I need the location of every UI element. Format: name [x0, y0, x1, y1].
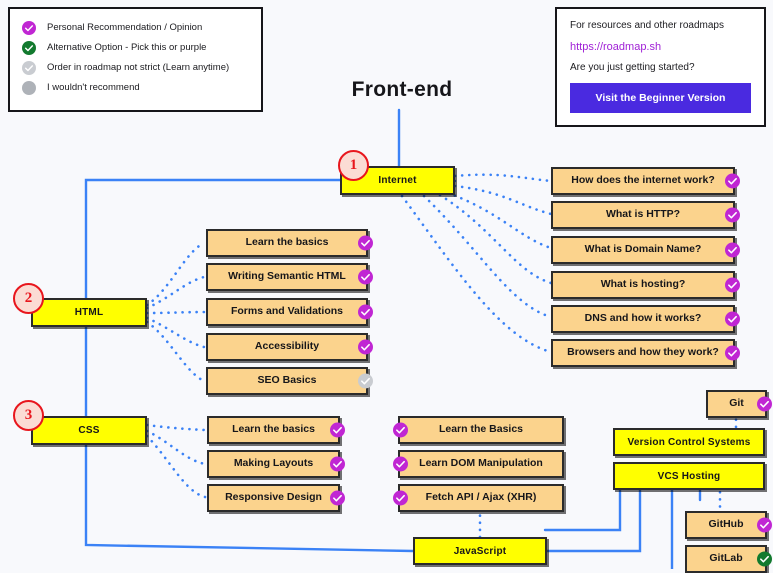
legend-item: I wouldn't recommend [22, 81, 251, 95]
topic-label: Fetch API / Ajax (XHR) [425, 491, 537, 504]
topic-label: Accessibility [254, 340, 320, 353]
resources-question: Are you just getting started? [570, 62, 695, 74]
topic-forms-and-validations[interactable]: Forms and Validations [206, 298, 373, 326]
roadmap-link[interactable]: https://roadmap.sh [570, 41, 751, 54]
resources-intro: For resources and other roadmaps [570, 20, 724, 31]
check-circle-icon [358, 373, 373, 389]
legend-item: Personal Recommendation / Opinion [22, 21, 251, 35]
topic-label: Learn DOM Manipulation [419, 457, 543, 470]
topic-dns-and-how-it-works[interactable]: DNS and how it works? [551, 305, 740, 333]
topic-label: GitHub [708, 518, 744, 531]
topic-learn-dom-manipulation[interactable]: Learn DOM Manipulation [393, 450, 564, 478]
legend-label: Order in roadmap not strict (Learn anyti… [47, 61, 230, 73]
topic-label: Responsive Design [225, 491, 322, 504]
node-label: VCS Hosting [657, 470, 721, 482]
legend-item: Alternative Option - Pick this or purple [22, 41, 251, 55]
roadmap-canvas: Front-end Personal Recommendation / Opin… [0, 0, 773, 573]
topic-label: Making Layouts [233, 457, 314, 470]
topic-what-is-domain-name[interactable]: What is Domain Name? [551, 236, 740, 264]
topic-html-learn-the-basics[interactable]: Learn the basics [206, 229, 373, 257]
node-label: HTML [74, 307, 104, 318]
check-circle-icon [393, 422, 408, 438]
topic-label: Learn the Basics [438, 423, 524, 436]
check-circle-icon [358, 304, 373, 320]
topic-seo-basics[interactable]: SEO Basics [206, 367, 373, 395]
visit-beginner-version-button[interactable]: Visit the Beginner Version [570, 82, 751, 113]
check-circle-icon [757, 396, 772, 412]
node-css[interactable]: CSS [31, 416, 147, 445]
check-circle-icon [393, 456, 408, 472]
topic-label: Browsers and how they work? [567, 346, 719, 359]
topic-how-does-the-internet-work[interactable]: How does the internet work? [551, 167, 740, 195]
check-circle-icon [725, 345, 740, 361]
legend-label: Personal Recommendation / Opinion [47, 21, 203, 33]
topic-label: DNS and how it works? [584, 312, 702, 325]
order-badge-2: 2 [13, 283, 44, 314]
order-badge-1: 1 [338, 150, 369, 181]
check-circle-icon [22, 41, 36, 55]
check-circle-icon [358, 339, 373, 355]
node-label: CSS [78, 425, 100, 436]
check-circle-icon [725, 173, 740, 189]
check-circle-icon [330, 422, 345, 438]
topic-accessibility[interactable]: Accessibility [206, 333, 373, 361]
topic-label: What is hosting? [600, 278, 686, 291]
check-circle-icon [757, 517, 772, 533]
check-circle-icon [22, 21, 36, 35]
topic-fetch-api-ajax[interactable]: Fetch API / Ajax (XHR) [393, 484, 564, 512]
order-badge-3: 3 [13, 400, 44, 431]
topic-label: Learn the basics [245, 236, 329, 249]
check-circle-icon [330, 456, 345, 472]
topic-label: Git [729, 397, 744, 410]
legend-label: Alternative Option - Pick this or purple [47, 41, 207, 53]
node-label: JavaScript [453, 545, 507, 557]
check-circle-icon [330, 490, 345, 506]
check-circle-icon [725, 277, 740, 293]
topic-label: What is Domain Name? [584, 243, 702, 256]
topic-what-is-http[interactable]: What is HTTP? [551, 201, 740, 229]
check-circle-icon [22, 61, 36, 75]
check-circle-icon [393, 490, 408, 506]
topic-github[interactable]: GitHub [685, 511, 772, 539]
topic-label: GitLab [709, 552, 743, 565]
filled-circle-icon [22, 81, 36, 95]
check-circle-icon [725, 242, 740, 258]
topic-label: Forms and Validations [230, 305, 344, 318]
node-label: Version Control Systems [627, 436, 751, 448]
topic-css-learn-the-basics[interactable]: Learn the basics [207, 416, 345, 444]
node-label: Internet [378, 175, 417, 186]
topic-label: What is HTTP? [605, 208, 681, 221]
topic-label: Writing Semantic HTML [228, 270, 346, 283]
node-html[interactable]: HTML [31, 298, 147, 327]
topic-js-learn-the-basics[interactable]: Learn the Basics [393, 416, 564, 444]
legend-item: Order in roadmap not strict (Learn anyti… [22, 61, 251, 75]
check-circle-icon [757, 551, 772, 567]
node-version-control-systems[interactable]: Version Control Systems [613, 428, 765, 456]
topic-writing-semantic-html[interactable]: Writing Semantic HTML [206, 263, 373, 291]
check-circle-icon [358, 235, 373, 251]
topic-label: How does the internet work? [571, 174, 715, 187]
resources-panel: For resources and other roadmaps https:/… [555, 7, 766, 127]
topic-responsive-design[interactable]: Responsive Design [207, 484, 345, 512]
topic-making-layouts[interactable]: Making Layouts [207, 450, 345, 478]
topic-label: Learn the basics [232, 423, 315, 436]
legend-label: I wouldn't recommend [47, 81, 140, 93]
topic-what-is-hosting[interactable]: What is hosting? [551, 271, 740, 299]
topic-browsers-and-how-they-work[interactable]: Browsers and how they work? [551, 339, 740, 367]
check-circle-icon [358, 269, 373, 285]
node-javascript[interactable]: JavaScript [413, 537, 547, 565]
topic-label: SEO Basics [257, 374, 317, 387]
check-circle-icon [725, 207, 740, 223]
page-title: Front-end [351, 78, 453, 101]
check-circle-icon [725, 311, 740, 327]
legend-panel: Personal Recommendation / Opinion Altern… [8, 7, 263, 112]
node-vcs-hosting[interactable]: VCS Hosting [613, 462, 765, 490]
topic-git[interactable]: Git [706, 390, 772, 418]
